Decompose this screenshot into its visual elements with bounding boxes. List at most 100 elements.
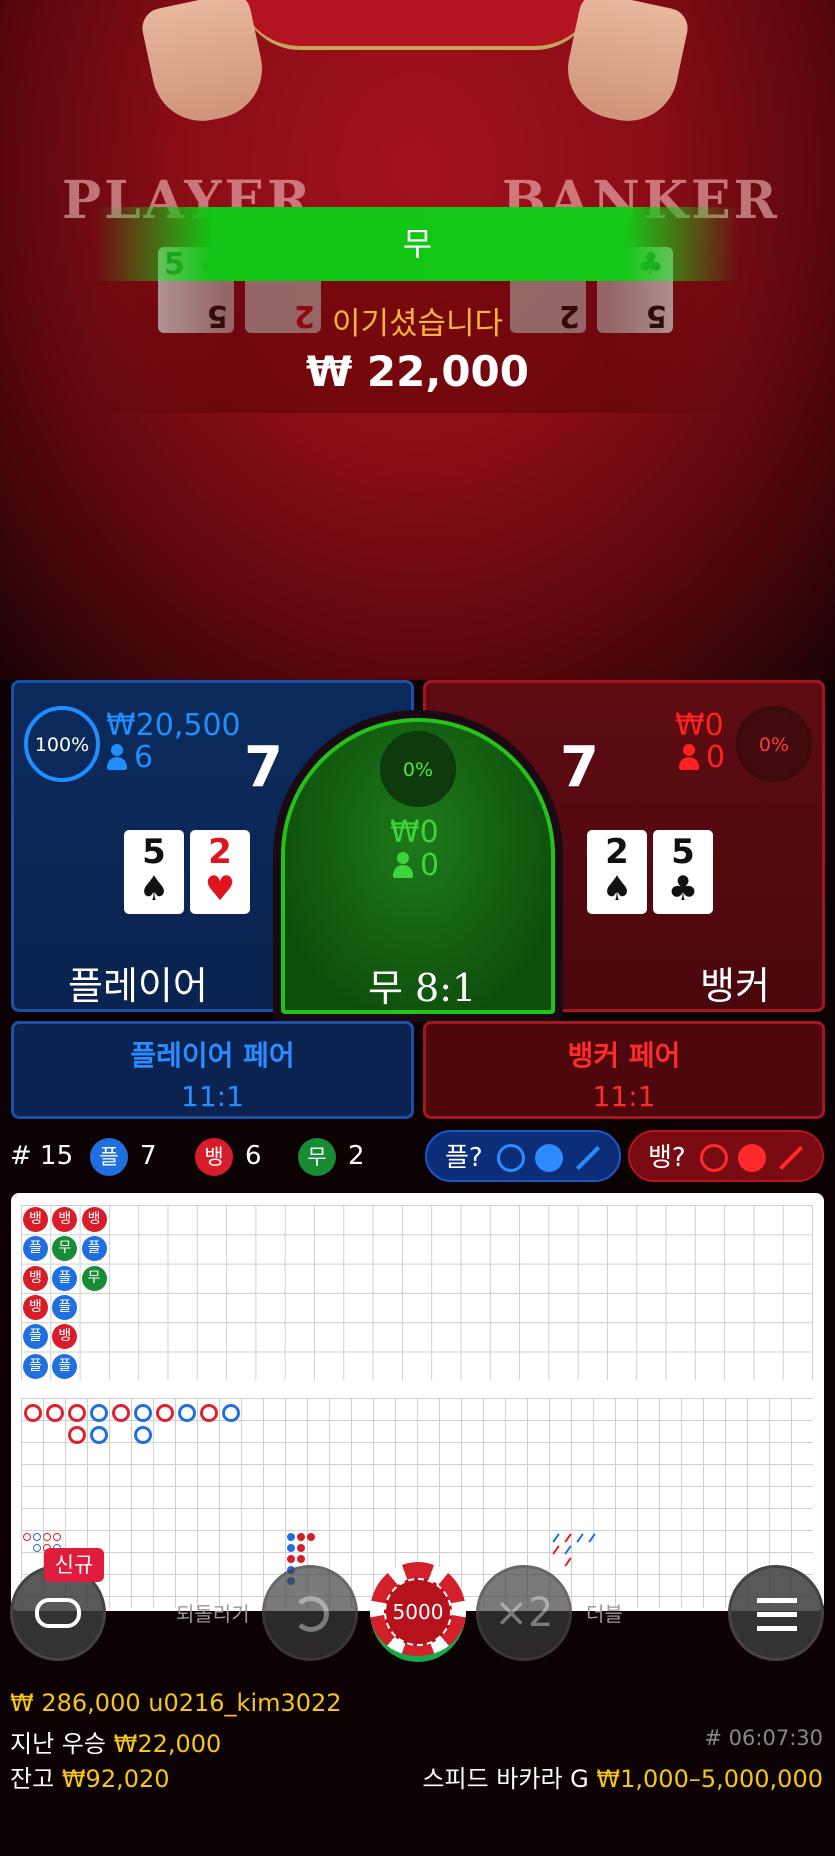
banker-predict-button[interactable]: 뱅? <box>628 1130 824 1182</box>
bead-road-mark: 뱅 <box>23 1207 48 1232</box>
derived-road-mark <box>307 1533 315 1541</box>
banker-card: 5 ♣ <box>653 830 713 914</box>
slash-icon <box>778 1145 804 1171</box>
live-video-area: PLAYER BANKER 5 ♠ 5 2 ♥ 2 2 ♠ 2 5 ♣ 5 무 … <box>0 0 835 680</box>
bead-road-mark: 플 <box>81 1236 107 1262</box>
big-road-mark <box>178 1404 196 1422</box>
tie-players: 0 <box>392 848 439 883</box>
big-road-mark <box>68 1426 86 1444</box>
username: u0216_kim3022 <box>148 1689 342 1717</box>
big-road-mark <box>46 1404 64 1422</box>
big-road-mark <box>156 1404 174 1422</box>
big-road-mark <box>112 1404 130 1422</box>
bead-road-mark: 뱅 <box>81 1207 107 1232</box>
derived-road-mark <box>287 1533 295 1541</box>
player-percent: 100% <box>24 706 100 782</box>
player-pair-bet[interactable]: 플레이어 페어 11:1 <box>11 1021 414 1119</box>
table-icon <box>35 1598 81 1628</box>
banker-stat: 뱅6 <box>195 1133 262 1179</box>
chip-selector[interactable]: 5000 <box>370 1562 466 1662</box>
double-button[interactable]: ×2 <box>476 1565 572 1661</box>
balance-line: 잔고 ₩92,020 <box>10 1759 170 1794</box>
player-predict-button[interactable]: 플? <box>425 1130 621 1182</box>
total-bet: ₩ 286,000 <box>10 1689 141 1717</box>
banker-bet-amount: ₩0 <box>675 708 724 743</box>
bead-road-mark: 뱅 <box>23 1265 48 1291</box>
person-icon <box>106 744 128 770</box>
derived-road-mark <box>33 1533 41 1541</box>
banker-label: 뱅커 <box>700 964 770 1008</box>
player-bet-amount: ₩20,500 <box>106 708 241 743</box>
chip-value: 5000 <box>384 1578 452 1646</box>
banker-pair-bet[interactable]: 뱅커 페어 11:1 <box>423 1021 825 1119</box>
hollow-circle-icon <box>497 1144 525 1172</box>
derived-road-mark <box>287 1555 295 1563</box>
tie-percent: 0% <box>380 731 456 807</box>
bead-road <box>21 1205 813 1380</box>
filled-circle-icon <box>535 1144 563 1172</box>
undo-label: 되돌리기 <box>176 1602 250 1626</box>
banker-pair-odds: 11:1 <box>592 1080 656 1113</box>
roadmap[interactable]: 뱅플뱅뱅플플뱅무플플뱅플뱅플무 <box>11 1193 824 1611</box>
dealer-left-hand <box>138 0 272 131</box>
result-banner: 무 <box>95 207 740 281</box>
hollow-circle-icon <box>700 1144 728 1172</box>
big-road-mark <box>134 1404 152 1422</box>
big-road-mark <box>90 1404 108 1422</box>
derived-road-mark <box>297 1544 305 1552</box>
dealer-right-hand <box>558 0 692 131</box>
derived-road-mark <box>287 1544 295 1552</box>
tie-bet-amount: ₩0 <box>390 815 439 850</box>
derived-road-mark <box>33 1544 41 1552</box>
last-win-line: 지난 우승 ₩22,000 <box>10 1724 221 1759</box>
table-limits: ₩1,000–5,000,000 <box>596 1765 823 1793</box>
dealer <box>240 0 595 50</box>
person-icon <box>678 744 700 770</box>
menu-icon <box>757 1598 797 1603</box>
derived-road-mark <box>23 1533 31 1541</box>
derived-road-mark <box>297 1555 305 1563</box>
menu-button[interactable] <box>728 1565 824 1661</box>
tie-label: 무 8:1 <box>368 966 477 1010</box>
player-players: 6 <box>106 740 153 775</box>
derived-road-mark <box>297 1533 305 1541</box>
player-pair-odds: 11:1 <box>181 1080 244 1113</box>
game-name: 스피드 바카라 G <box>422 1765 589 1793</box>
player-stat: 플7 <box>90 1133 157 1179</box>
game-info-line: 스피드 바카라 G ₩1,000–5,000,000 <box>422 1759 823 1794</box>
last-win-label: 지난 우승 <box>10 1730 106 1758</box>
undo-button[interactable] <box>262 1565 358 1661</box>
bead-road-mark: 플 <box>52 1353 78 1379</box>
tie-stat: 무2 <box>298 1133 365 1179</box>
derived-road-mark <box>53 1533 61 1541</box>
person-icon <box>392 852 414 878</box>
player-card: 5 ♠ <box>124 830 184 914</box>
big-road-mark <box>200 1404 218 1422</box>
round-number: # 15 <box>10 1141 74 1171</box>
slash-icon <box>575 1145 601 1171</box>
big-road-mark <box>134 1426 152 1444</box>
big-road-mark <box>90 1426 108 1444</box>
player-card: 2 ♥ <box>190 830 250 914</box>
bead-road-mark: 플 <box>23 1353 48 1379</box>
won-amount: ₩ 22,000 <box>305 347 530 396</box>
undo-icon <box>293 1596 329 1632</box>
big-road-mark <box>24 1404 42 1422</box>
banker-score: 7 <box>560 735 599 800</box>
last-win-amount: ₩22,000 <box>113 1730 222 1758</box>
banker-players: 0 <box>678 740 725 775</box>
big-road-mark <box>68 1404 86 1422</box>
total-bet-line: ₩ 286,000 u0216_kim3022 <box>10 1689 342 1717</box>
derived-road-mark <box>43 1533 51 1541</box>
filled-circle-icon <box>738 1144 766 1172</box>
balance-label: 잔고 <box>10 1765 55 1793</box>
bead-road-mark: 무 <box>81 1265 107 1291</box>
big-road-mark <box>222 1404 240 1422</box>
new-badge: 신규 <box>44 1548 104 1582</box>
bead-road-mark: 플 <box>52 1265 78 1291</box>
player-pair-name: 플레이어 페어 <box>130 1039 295 1072</box>
banker-pair-name: 뱅커 페어 <box>567 1039 681 1072</box>
double-label: 더블 <box>586 1602 623 1626</box>
banker-percent: 0% <box>736 706 812 782</box>
banker-card: 2 ♠ <box>587 830 647 914</box>
